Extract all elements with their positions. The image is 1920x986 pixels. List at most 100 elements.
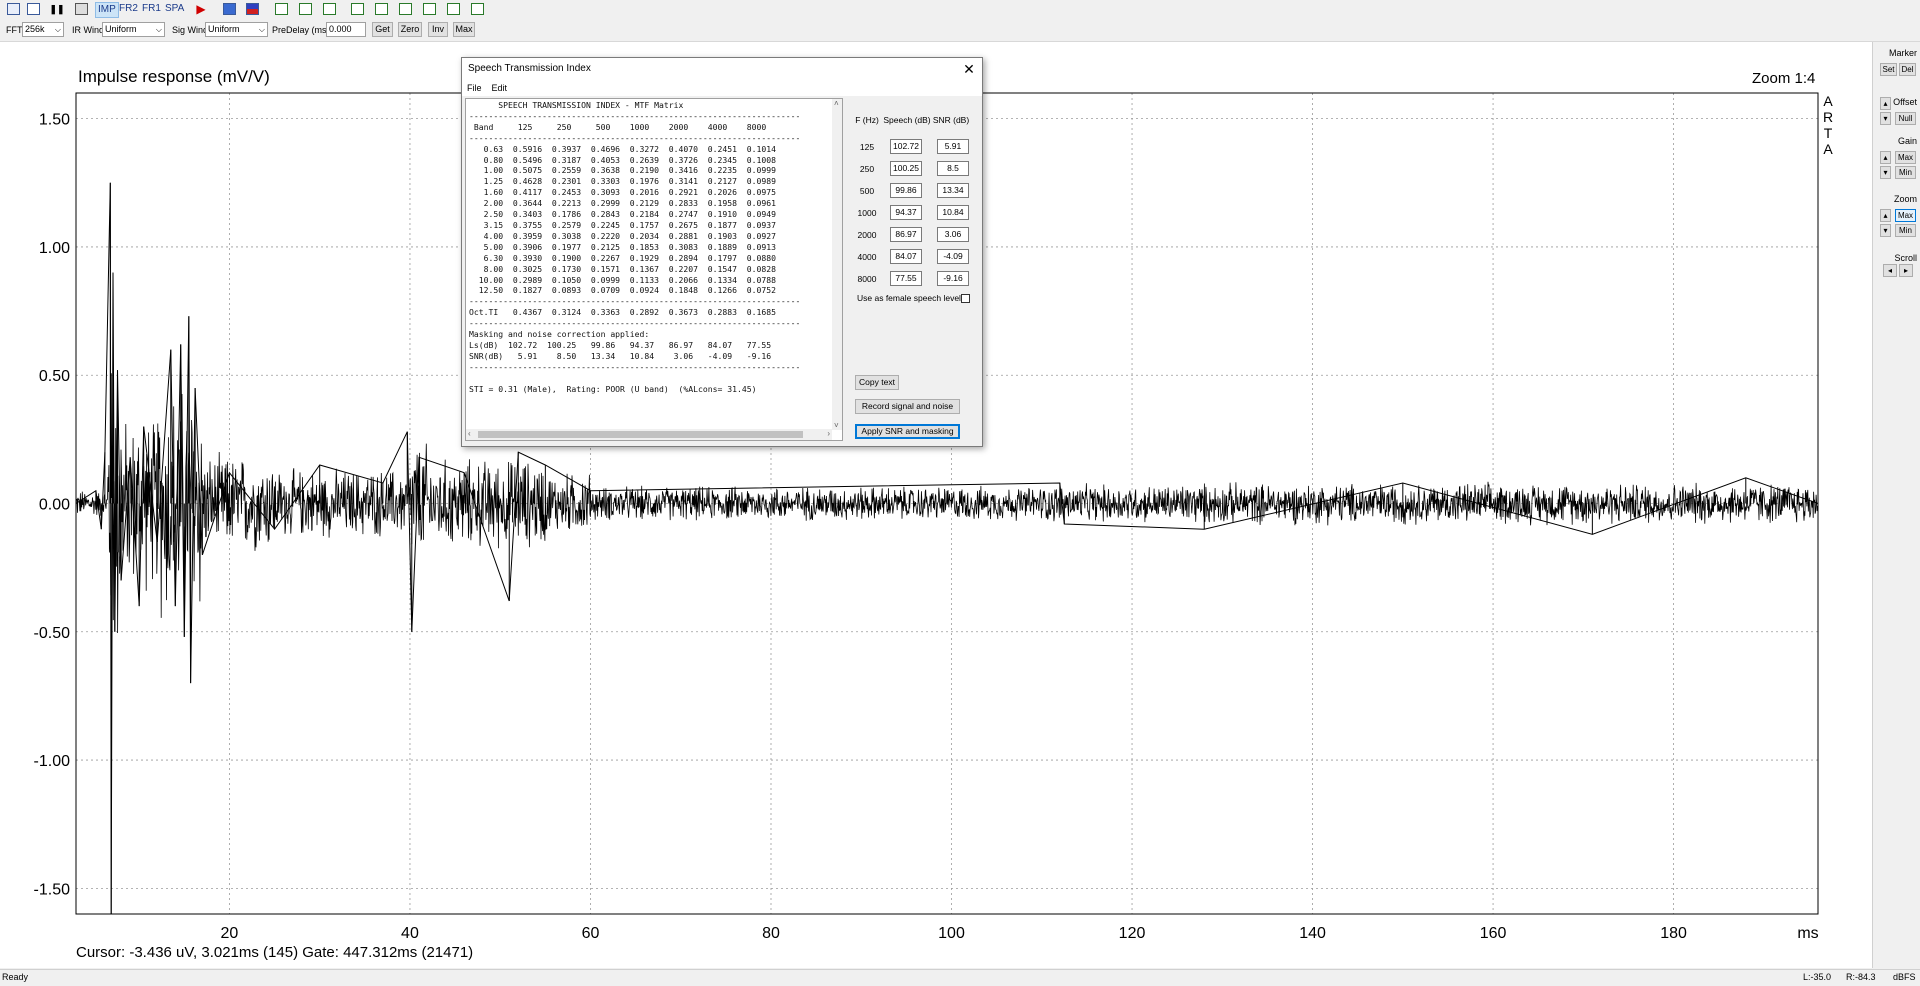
scroll-left-icon: ‹ [468, 429, 471, 438]
scroll-thumb[interactable] [478, 431, 803, 438]
arta-letter: A [1823, 141, 1833, 157]
scroll-right-icon: › [827, 429, 830, 438]
arrow-down-icon: ▾ [1883, 226, 1888, 235]
zoom-min-button[interactable]: Min [1895, 224, 1916, 237]
report-line: 0.63 0.5916 0.3937 0.4696 0.3272 0.4070 … [469, 143, 776, 154]
report-line: SPEECH TRANSMISSION INDEX - MTF Matrix [469, 100, 684, 110]
report-line: ----------------------------------------… [469, 318, 801, 329]
report-line [469, 373, 800, 384]
record-signal-noise-button[interactable]: Record signal and noise [855, 399, 960, 414]
report-line: STI = 0.31 (Male), Rating: POOR (U band)… [469, 383, 757, 394]
report-line: 0.80 0.5496 0.3187 0.4053 0.2639 0.3726 … [469, 154, 776, 165]
dialog-title: Speech Transmission Index [462, 58, 982, 80]
freq-cell: 8000 [857, 274, 877, 284]
snr-input[interactable]: -9.16 [937, 271, 969, 286]
gain-up-button[interactable]: ▴ [1880, 151, 1891, 164]
arta-letter: R [1822, 109, 1834, 125]
menu-file[interactable]: File [467, 83, 482, 93]
report-line: ----------------------------------------… [469, 132, 801, 143]
freq-cell: 1000 [857, 208, 877, 218]
x-tick-label: 60 [582, 925, 600, 942]
arrow-down-icon: ▾ [1883, 168, 1888, 177]
vertical-scrollbar[interactable]: ˄ ˅ [832, 99, 842, 430]
scroll-down-icon: ˅ [834, 421, 839, 430]
arrow-up-icon: ▴ [1883, 153, 1888, 162]
x-tick-label: 140 [1299, 925, 1326, 942]
arrow-right-icon: ▸ [1903, 266, 1908, 275]
close-icon[interactable]: ✕ [960, 60, 978, 78]
report-line: 3.15 0.3755 0.2579 0.2245 0.1757 0.2675 … [469, 219, 776, 230]
y-tick-label: -0.50 [34, 625, 71, 642]
marker-del-button[interactable]: Del [1899, 63, 1916, 76]
y-tick-label: 0.00 [39, 497, 70, 514]
level-unit: dBFS [1893, 972, 1916, 982]
zoom-down-button[interactable]: ▾ [1880, 224, 1891, 237]
speech-level-input[interactable]: 99.86 [890, 183, 922, 198]
report-line: 1.60 0.4117 0.2453 0.3093 0.2016 0.2921 … [469, 187, 776, 198]
speech-level-input[interactable]: 100.25 [890, 161, 922, 176]
menu-edit[interactable]: Edit [492, 83, 508, 93]
report-line: 1.00 0.5075 0.2559 0.3638 0.2190 0.3416 … [469, 165, 776, 176]
status-bar: Ready L:-35.0 R:-84.3 dBFS [0, 969, 1920, 986]
speech-level-input[interactable]: 84.07 [890, 249, 922, 264]
zoom-indicator: Zoom 1:4 [1752, 70, 1816, 87]
speech-level-input[interactable]: 94.37 [890, 205, 922, 220]
snr-input[interactable]: -4.09 [937, 249, 969, 264]
right-control-panel: Marker Set Del Offset ▴ ▾ Null Gain ▴ ▾ … [1873, 42, 1920, 968]
report-line: Masking and noise correction applied: [469, 329, 650, 340]
offset-null-button[interactable]: Null [1895, 112, 1916, 125]
report-line: 6.30 0.3930 0.1900 0.2267 0.1929 0.2894 … [469, 252, 776, 263]
report-line: ----------------------------------------… [469, 361, 801, 372]
x-tick-label: 40 [401, 925, 419, 942]
zoom-up-button[interactable]: ▴ [1880, 209, 1891, 222]
female-speech-checkbox[interactable] [961, 294, 970, 303]
y-tick-label: -1.00 [34, 753, 71, 770]
freq-cell: 4000 [857, 252, 877, 262]
sti-dialog: Speech Transmission Index ✕ File Edit SPE… [461, 57, 983, 447]
y-tick-label: -1.50 [34, 881, 71, 898]
zoom-max-button[interactable]: Max [1895, 209, 1916, 222]
report-line: 2.00 0.3644 0.2213 0.2999 0.2129 0.2833 … [469, 198, 776, 209]
freq-cell: 2000 [857, 230, 877, 240]
report-line: 5.00 0.3906 0.1977 0.2125 0.1853 0.3083 … [469, 241, 776, 252]
gain-max-button[interactable]: Max [1895, 151, 1916, 164]
arrow-left-icon: ◂ [1887, 266, 1892, 275]
female-speech-label: Use as female speech levels [857, 293, 966, 303]
copy-text-button[interactable]: Copy text [855, 375, 899, 390]
gain-down-button[interactable]: ▾ [1880, 166, 1891, 179]
plot-title: Impulse response (mV/V) [78, 67, 270, 86]
scroll-left-button[interactable]: ◂ [1883, 264, 1897, 277]
gain-min-button[interactable]: Min [1895, 166, 1916, 179]
report-line: 1.25 0.4628 0.2301 0.3303 0.1976 0.3141 … [469, 176, 776, 187]
report-line: Oct.TI 0.4367 0.3124 0.3363 0.2892 0.367… [469, 307, 776, 318]
speech-level-input[interactable]: 86.97 [890, 227, 922, 242]
freq-cell: 250 [859, 164, 875, 174]
x-tick-label: 180 [1660, 925, 1687, 942]
snr-input[interactable]: 13.34 [937, 183, 969, 198]
x-axis-unit-label: ms [1797, 925, 1818, 942]
report-line: 4.00 0.3959 0.3038 0.2220 0.2034 0.2881 … [469, 230, 776, 241]
apply-snr-masking-button[interactable]: Apply SNR and masking [855, 424, 960, 439]
arrow-down-icon: ▾ [1883, 114, 1888, 123]
snr-input[interactable]: 5.91 [937, 139, 969, 154]
sti-report-text[interactable]: SPEECH TRANSMISSION INDEX - MTF Matrix --… [465, 98, 843, 441]
scroll-label: Scroll [1894, 253, 1917, 263]
report-line: Band 125 250 500 1000 2000 4000 8000 [469, 121, 767, 132]
arta-letter: T [1823, 125, 1833, 141]
scroll-right-button[interactable]: ▸ [1899, 264, 1913, 277]
marker-set-button[interactable]: Set [1880, 63, 1897, 76]
zoom-label: Zoom [1893, 194, 1917, 204]
horizontal-scrollbar[interactable]: ‹ › [466, 429, 832, 440]
snr-input[interactable]: 10.84 [937, 205, 969, 220]
y-tick-label: 0.50 [39, 368, 70, 385]
snr-input[interactable]: 8.5 [937, 161, 969, 176]
arrow-up-icon: ▴ [1883, 211, 1888, 220]
speech-level-input[interactable]: 102.72 [890, 139, 922, 154]
offset-down-button[interactable]: ▾ [1880, 112, 1891, 125]
offset-up-button[interactable]: ▴ [1880, 97, 1891, 110]
x-tick-label: 120 [1119, 925, 1146, 942]
report-line: 10.00 0.2989 0.1050 0.0999 0.1133 0.2066… [469, 274, 776, 285]
snr-input[interactable]: 3.06 [937, 227, 969, 242]
speech-level-input[interactable]: 77.55 [890, 271, 922, 286]
x-tick-label: 160 [1480, 925, 1507, 942]
